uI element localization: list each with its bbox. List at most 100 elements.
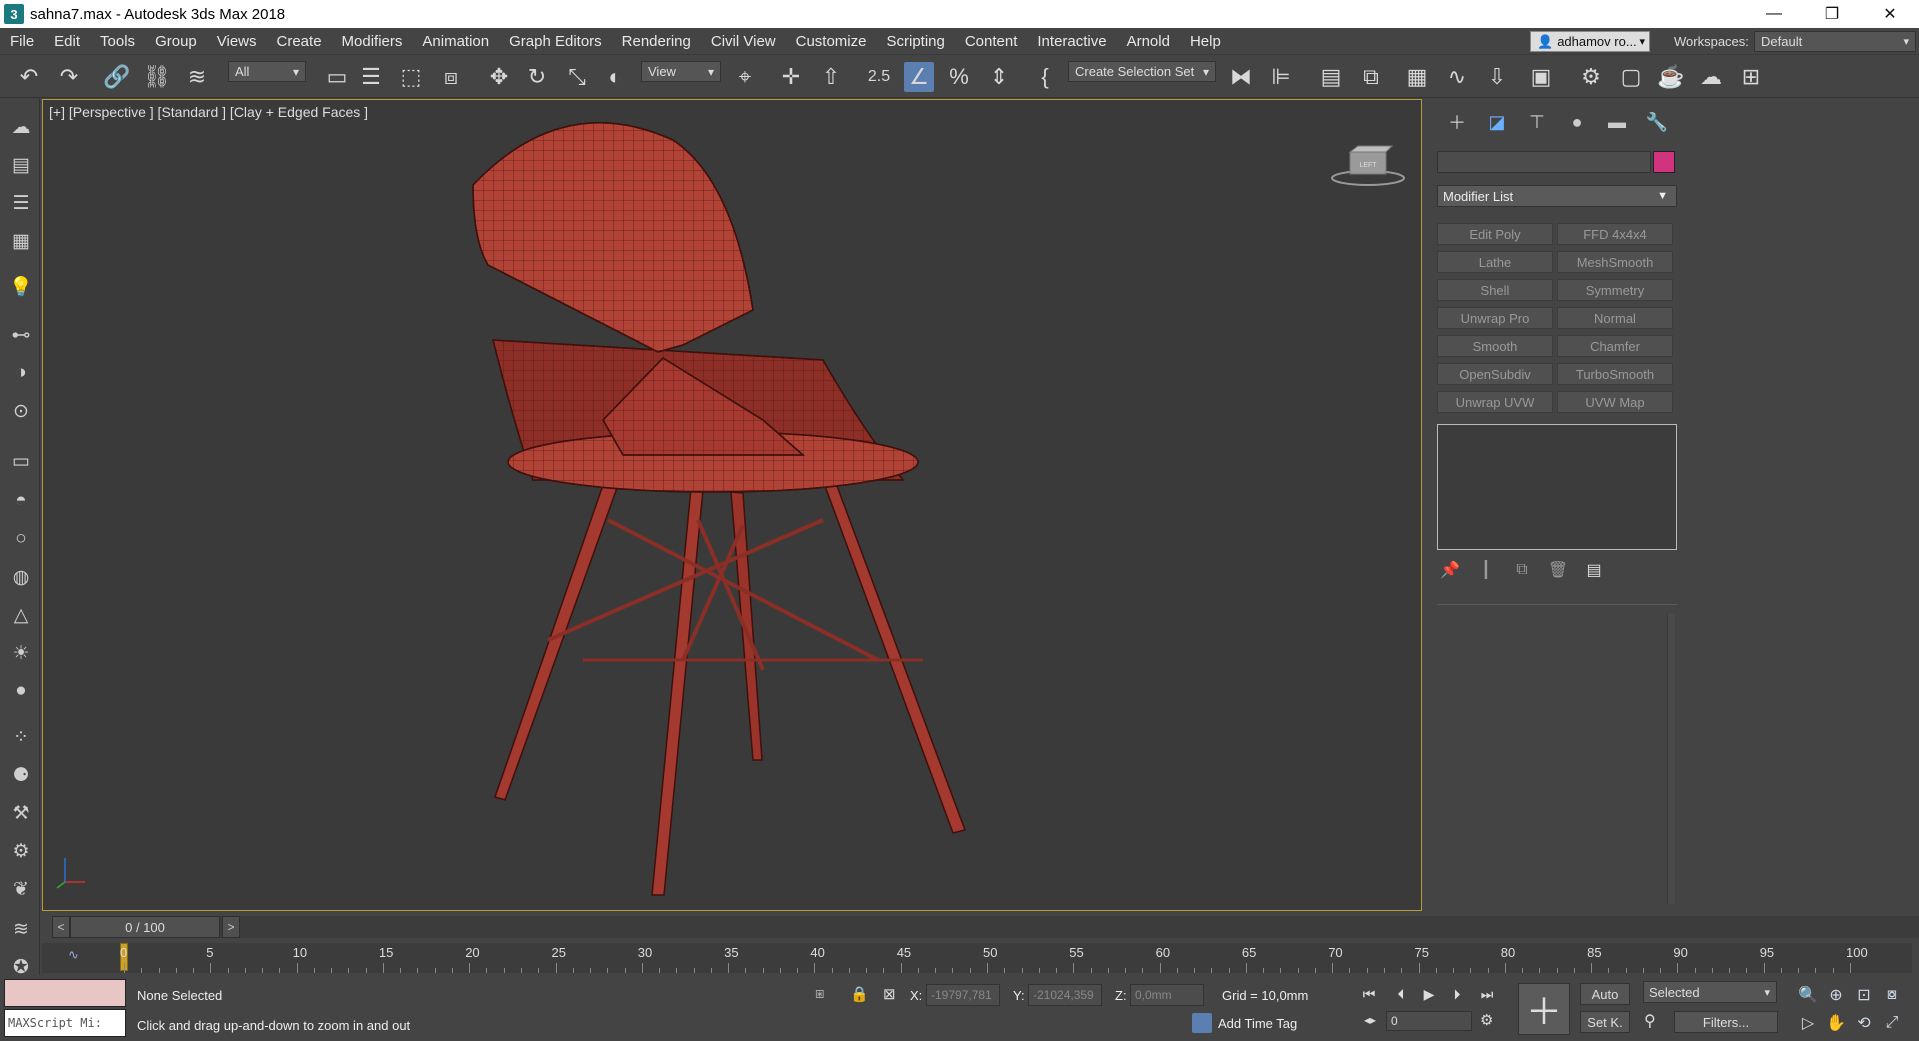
unlink-icon[interactable]: ⛓ xyxy=(142,62,172,92)
curve-editor-icon[interactable]: ∿ xyxy=(1442,62,1472,92)
menu-arnold[interactable]: Arnold xyxy=(1117,33,1180,50)
edit-named-selection-icon[interactable]: { xyxy=(1030,62,1060,92)
keyboard-shortcut-icon[interactable]: ⇧ xyxy=(816,62,846,92)
undo-icon[interactable]: ↶ xyxy=(14,62,44,92)
modifier-list-dropdown[interactable]: Modifier List ▼ xyxy=(1437,185,1677,207)
maxscript-listener-output[interactable] xyxy=(4,979,126,1007)
play-icon[interactable]: ▶ xyxy=(1418,983,1440,1005)
bone-icon[interactable]: ⚒ xyxy=(8,800,34,826)
configure-modifier-sets-icon[interactable]: ▤ xyxy=(1581,559,1607,581)
menu-edit[interactable]: Edit xyxy=(44,33,90,50)
hair-icon[interactable]: ≋ xyxy=(8,916,34,942)
set-key-button[interactable]: ＋ xyxy=(1518,983,1570,1035)
render-in-cloud-icon[interactable]: ⊞ xyxy=(1736,62,1766,92)
menu-tools[interactable]: Tools xyxy=(90,33,145,50)
lock-selection-icon[interactable]: 🔒 xyxy=(850,985,869,1003)
helper-icon[interactable]: ◑ xyxy=(8,360,34,386)
select-by-name-icon[interactable]: ☰ xyxy=(356,62,386,92)
pin-stack-icon[interactable]: 📌 xyxy=(1437,559,1463,581)
redo-icon[interactable]: ↷ xyxy=(54,62,84,92)
close-icon[interactable]: ✕ xyxy=(1861,0,1919,28)
time-configuration-icon[interactable]: ⚙ xyxy=(1480,1011,1493,1029)
material-editor-icon[interactable]: ▣ xyxy=(1526,62,1556,92)
auto-key-button[interactable]: Auto xyxy=(1580,983,1630,1005)
y-coordinate-field[interactable]: -21024,359 xyxy=(1028,984,1102,1006)
time-slider-track[interactable] xyxy=(60,916,1919,938)
modifier-button[interactable]: Normal xyxy=(1557,307,1673,329)
reference-coordinate-dropdown[interactable]: View xyxy=(641,61,721,82)
z-coordinate-field[interactable]: 0,0mm xyxy=(1130,984,1204,1006)
particles-icon[interactable]: ⁘ xyxy=(8,724,34,750)
modify-tab-icon[interactable]: ◪ xyxy=(1477,109,1517,135)
create-geometry-icon[interactable]: ☁ xyxy=(8,114,34,140)
app-icon[interactable]: 3 xyxy=(4,4,24,24)
modifier-button[interactable]: Symmetry xyxy=(1557,279,1673,301)
modifier-stack[interactable] xyxy=(1437,424,1677,550)
zoom-icon[interactable]: 🔍 xyxy=(1796,983,1820,1007)
modifier-button[interactable]: OpenSubdiv xyxy=(1437,363,1553,385)
absolute-mode-icon[interactable]: ⊠ xyxy=(883,985,896,1003)
selection-region-icon[interactable]: ⬚ xyxy=(396,62,426,92)
menu-civil-view[interactable]: Civil View xyxy=(701,33,786,50)
workspace-dropdown[interactable]: Default ▾ xyxy=(1754,31,1916,52)
prev-frame-button[interactable]: < xyxy=(52,916,70,938)
modifier-button[interactable]: FFD 4x4x4 xyxy=(1557,223,1673,245)
bind-spacewarp-icon[interactable]: ≋ xyxy=(182,62,212,92)
box-icon[interactable]: ▭ xyxy=(8,448,34,474)
modifier-button[interactable]: Shell xyxy=(1437,279,1553,301)
layer-icon[interactable]: ☰ xyxy=(8,190,34,216)
placement-icon[interactable]: ◐ xyxy=(600,62,630,92)
timeline[interactable]: ∿ 0 5 10 15 20 25 30 35 40 45 50 55 60 65 70 75 80 85 90 95… xyxy=(42,943,1912,973)
create-tab-icon[interactable]: ＋ xyxy=(1437,109,1477,135)
display-tab-icon[interactable]: ▬ xyxy=(1597,109,1637,135)
video-camera-icon[interactable]: ⊙ xyxy=(8,398,34,424)
selection-filter-dropdown[interactable]: All xyxy=(228,61,306,82)
sphere-icon[interactable]: ○ xyxy=(8,526,34,552)
torus-icon[interactable]: ◍ xyxy=(8,564,34,590)
menu-interactive[interactable]: Interactive xyxy=(1027,33,1116,50)
maxscript-mini-listener[interactable]: MAXScript Mi: xyxy=(4,1009,126,1037)
utilities-tab-icon[interactable]: 🔧 xyxy=(1637,109,1677,135)
object-color-swatch[interactable] xyxy=(1653,151,1675,173)
minimize-icon[interactable]: — xyxy=(1745,0,1803,28)
panel-divider[interactable] xyxy=(1437,604,1677,605)
menu-views[interactable]: Views xyxy=(207,33,267,50)
orbit-icon[interactable]: ⟲ xyxy=(1852,1011,1876,1035)
menu-file[interactable]: File xyxy=(0,33,44,50)
create-selection-set-dropdown[interactable]: Create Selection Set xyxy=(1068,61,1216,82)
time-slider[interactable]: < 0 / 100 > xyxy=(42,916,1919,940)
zoom-extents-icon[interactable]: ⊡ xyxy=(1852,983,1876,1007)
hierarchy-tab-icon[interactable]: ⊤ xyxy=(1517,109,1557,135)
menu-help[interactable]: Help xyxy=(1180,33,1231,50)
percent-snap-icon[interactable]: % xyxy=(944,62,974,92)
perspective-viewport[interactable]: [+] [Perspective ] [Standard ] [Clay + E… xyxy=(42,99,1422,911)
render-iterative-icon[interactable]: ☁ xyxy=(1696,62,1726,92)
plant-icon[interactable]: ❦ xyxy=(8,876,34,902)
menu-scripting[interactable]: Scripting xyxy=(876,33,954,50)
dynamics-icon[interactable]: ⚈ xyxy=(8,762,34,788)
panel-scrollbar[interactable] xyxy=(1667,614,1675,904)
select-object-icon[interactable]: ▭ xyxy=(322,62,352,92)
align-icon[interactable]: ⊫ xyxy=(1266,62,1296,92)
modifier-button[interactable]: Unwrap Pro xyxy=(1437,307,1553,329)
key-filters-button[interactable]: Filters... xyxy=(1674,1011,1778,1033)
menu-modifiers[interactable]: Modifiers xyxy=(332,33,413,50)
modifier-button[interactable]: Smooth xyxy=(1437,335,1553,357)
menu-customize[interactable]: Customize xyxy=(786,33,877,50)
chair-model[interactable] xyxy=(43,100,1422,911)
sun-icon[interactable]: ☀ xyxy=(8,640,34,666)
scene-explorer-icon[interactable]: ▤ xyxy=(1316,62,1346,92)
modifier-button[interactable]: Chamfer xyxy=(1557,335,1673,357)
list-icon[interactable]: ▦ xyxy=(8,228,34,254)
go-to-end-icon[interactable]: ⏭ xyxy=(1476,983,1498,1005)
gear-icon[interactable]: ⚙ xyxy=(8,838,34,864)
frame-arrows-icon[interactable]: ◂▸ xyxy=(1364,1013,1376,1027)
restore-icon[interactable]: ❐ xyxy=(1803,0,1861,28)
mirror-icon[interactable]: ⧓ xyxy=(1226,62,1256,92)
key-filter-dropdown[interactable]: Selected xyxy=(1643,981,1777,1003)
next-frame-button[interactable]: > xyxy=(222,916,240,938)
current-frame-field[interactable]: 0 xyxy=(1386,1011,1472,1031)
move-icon[interactable]: ✥ xyxy=(484,62,514,92)
use-pivot-icon[interactable]: ⌖ xyxy=(730,62,760,92)
cone-icon[interactable]: △ xyxy=(8,602,34,628)
